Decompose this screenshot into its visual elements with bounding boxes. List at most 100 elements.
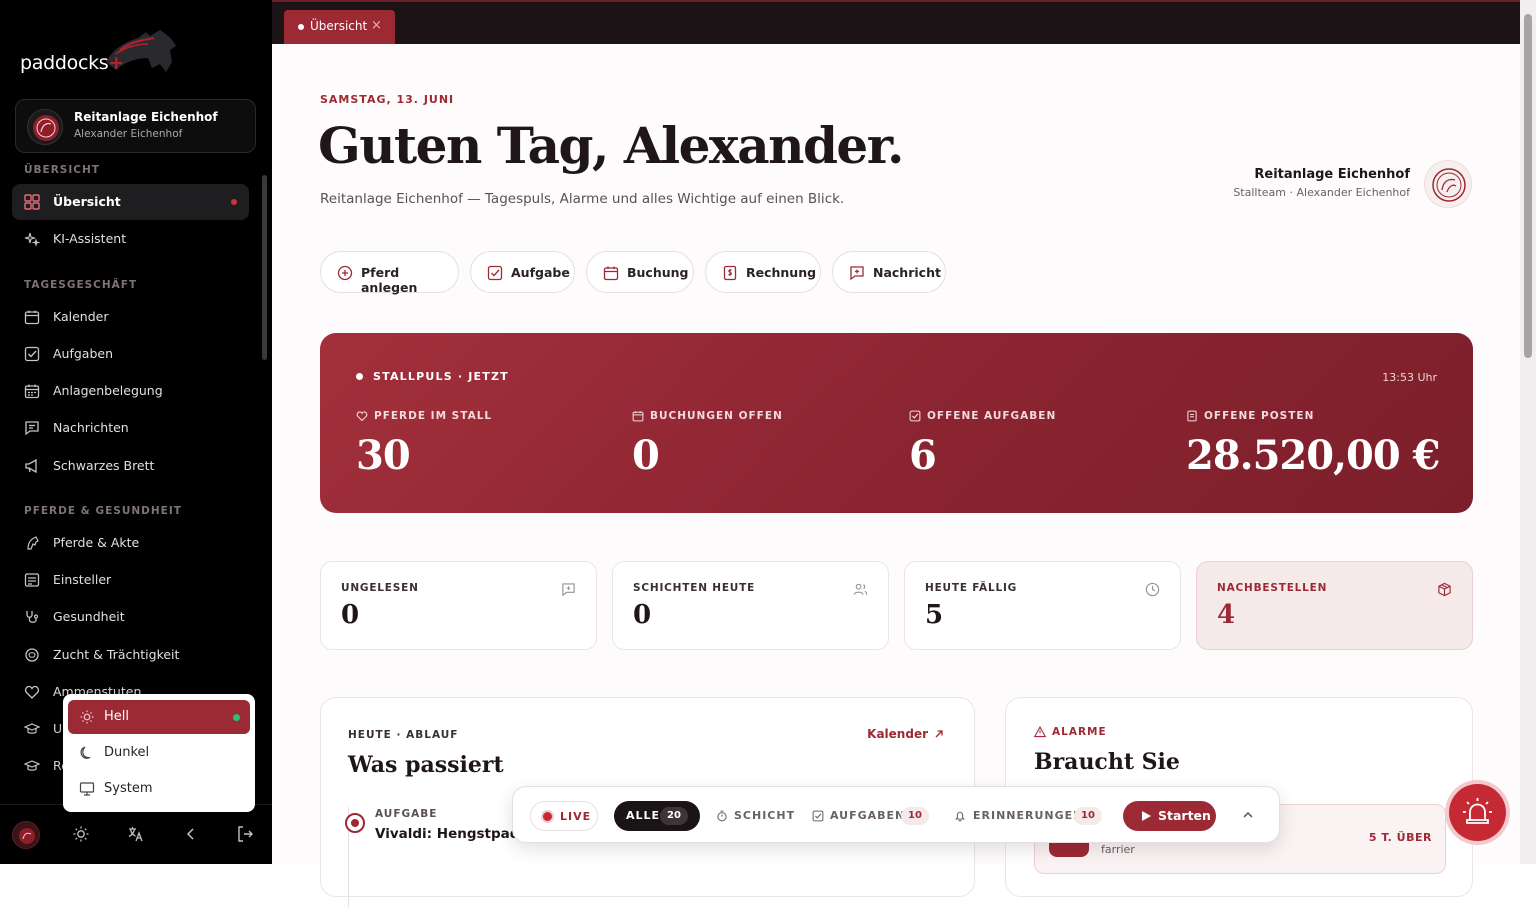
horse-icon xyxy=(27,536,39,550)
alarm-badge: 5 T. ÜBER xyxy=(1368,831,1432,844)
sidebar-item-gesundheit[interactable]: Gesundheit xyxy=(12,599,249,635)
stat-open-items: OFFENE POSTEN 28.520,00 € xyxy=(1186,410,1440,479)
calendar-plus-icon xyxy=(603,266,619,281)
alarm-siren-button[interactable] xyxy=(1449,784,1506,841)
tab-label: Übersicht xyxy=(310,19,368,33)
filter-tasks[interactable]: AUFGABEN 10 xyxy=(805,801,935,831)
stopwatch-icon xyxy=(717,810,727,822)
page-intro: Reitanlage Eichenhof — Tagespuls, Alarme… xyxy=(320,191,845,207)
panel-title: Braucht Sie xyxy=(1034,749,1180,775)
filter-label: AUFGABEN xyxy=(830,809,906,822)
stallpuls-panel: STALLPULS · JETZT 13:53 Uhr PFERDE IM ST… xyxy=(320,333,1473,513)
add-task-button[interactable]: Aufgabe xyxy=(470,251,575,293)
start-label: Starten xyxy=(1158,808,1211,823)
message-icon xyxy=(25,421,39,436)
add-invoice-button[interactable]: Rechnung xyxy=(705,251,821,293)
sidebar-item-label: Einsteller xyxy=(53,572,112,587)
filter-all[interactable]: ALLE 20 xyxy=(614,801,700,831)
theme-option-label: Dunkel xyxy=(104,745,150,760)
sidebar-item-anlagenbelegung[interactable]: Anlagenbelegung xyxy=(12,373,249,409)
tab-uebersicht[interactable]: Übersicht × xyxy=(284,10,395,44)
grid-icon xyxy=(24,194,40,210)
filter-count: 10 xyxy=(1074,807,1102,825)
translate-icon[interactable] xyxy=(127,825,145,843)
sidebar-item-einsteller[interactable]: Einsteller xyxy=(12,562,249,598)
button-label: Pferd anlegen xyxy=(361,265,418,295)
sidebar-item-aufgaben[interactable]: Aufgaben xyxy=(12,336,249,372)
page-scrollbar[interactable] xyxy=(1520,0,1536,864)
card-value: 0 xyxy=(633,600,652,630)
theme-menu: Hell Dunkel System xyxy=(63,694,255,812)
sidebar-item-zucht[interactable]: Zucht & Trächtigkeit xyxy=(12,637,249,673)
panel-kicker: HEUTE · ABLAUF xyxy=(348,729,459,741)
sidebar-item-pferde[interactable]: Pferde & Akte xyxy=(12,525,249,561)
sidebar-scrollbar[interactable] xyxy=(262,175,267,360)
sidebar-item-kalender[interactable]: Kalender xyxy=(12,299,249,335)
filter-label: ERINNERUNGEN xyxy=(973,809,1084,822)
checkbox-icon xyxy=(487,265,503,281)
calendar-link[interactable]: Kalender xyxy=(867,727,944,741)
sidebar-item-schwarzes-brett[interactable]: Schwarzes Brett xyxy=(12,448,249,484)
checkbox-icon xyxy=(909,410,921,422)
bell-icon xyxy=(955,811,965,822)
package-icon xyxy=(1438,582,1451,597)
heart-icon xyxy=(24,685,40,699)
calendar-icon xyxy=(24,310,40,325)
graduation-icon xyxy=(24,760,40,771)
live-toggle[interactable]: LIVE xyxy=(530,801,598,831)
section-daily: TAGESGESCHÄFT xyxy=(24,279,138,291)
card-shifts[interactable]: SCHICHTEN HEUTE 0 xyxy=(612,561,889,650)
siren-icon xyxy=(1463,798,1492,824)
card-due-today[interactable]: HEUTE FÄLLIG 5 xyxy=(904,561,1181,650)
timeline-item-kind: AUFGABE xyxy=(375,808,438,820)
sidebar-item-label: Gesundheit xyxy=(53,609,125,624)
alarms-kicker: ALARME xyxy=(1034,726,1107,738)
sidebar-item-nachrichten[interactable]: Nachrichten xyxy=(12,410,249,446)
id-card-icon xyxy=(24,573,40,587)
card-unread[interactable]: UNGELESEN 0 xyxy=(320,561,597,650)
filter-count: 20 xyxy=(660,807,688,825)
org-switcher[interactable]: Reitanlage Eichenhof Alexander Eichenhof xyxy=(15,99,256,153)
card-value: 0 xyxy=(341,600,360,630)
theme-option-label: Hell xyxy=(104,709,129,724)
brand-plus: + xyxy=(108,52,125,74)
filter-reminders[interactable]: ERINNERUNGEN 10 xyxy=(946,801,1111,831)
sidebar-item-label: KI-Assistent xyxy=(53,231,127,246)
stat-value: 6 xyxy=(909,432,937,479)
cycle-icon xyxy=(25,648,39,662)
chevron-left-icon[interactable] xyxy=(182,825,200,843)
card-label: HEUTE FÄLLIG xyxy=(925,582,1018,594)
invoice-icon xyxy=(723,265,737,281)
theme-option-dunkel[interactable]: Dunkel xyxy=(68,736,250,770)
heart-icon xyxy=(356,411,368,422)
stat-label: OFFENE POSTEN xyxy=(1204,410,1315,422)
add-booking-button[interactable]: Buchung xyxy=(586,251,694,293)
theme-option-hell[interactable]: Hell xyxy=(68,700,250,734)
sun-icon xyxy=(80,710,94,724)
live-dot xyxy=(356,373,363,380)
sidebar-item-label: Aufgaben xyxy=(53,346,114,361)
sidebar-footer xyxy=(0,804,272,864)
sidebar-item-label: Pferde & Akte xyxy=(53,535,140,550)
theme-option-system[interactable]: System xyxy=(68,772,250,806)
card-reorder[interactable]: NACHBESTELLEN 4 xyxy=(1196,561,1473,650)
monitor-icon xyxy=(79,782,95,796)
invoice-icon xyxy=(1187,410,1197,422)
active-indicator xyxy=(231,199,237,205)
panel-kicker: ALARME xyxy=(1052,726,1107,738)
sun-icon[interactable] xyxy=(72,825,90,843)
sidebar-item-uebersicht[interactable]: Übersicht xyxy=(12,184,249,220)
start-button[interactable]: Starten xyxy=(1123,801,1216,831)
sidebar-item-label: Zucht & Trächtigkeit xyxy=(53,647,180,662)
brand-logo[interactable]: paddocks+ xyxy=(20,28,180,78)
chevron-up-icon[interactable] xyxy=(1241,808,1255,822)
filter-shift[interactable]: SCHICHT xyxy=(710,801,794,831)
user-avatar[interactable] xyxy=(12,821,40,849)
close-icon[interactable]: × xyxy=(371,18,382,33)
moon-icon xyxy=(80,746,91,759)
add-horse-button[interactable]: Pferd anlegen xyxy=(320,251,459,295)
sidebar-item-ki-assistent[interactable]: KI-Assistent xyxy=(12,221,249,257)
add-message-button[interactable]: Nachricht xyxy=(832,251,946,293)
logout-icon[interactable] xyxy=(236,825,254,843)
org-name: Reitanlage Eichenhof xyxy=(74,110,218,124)
